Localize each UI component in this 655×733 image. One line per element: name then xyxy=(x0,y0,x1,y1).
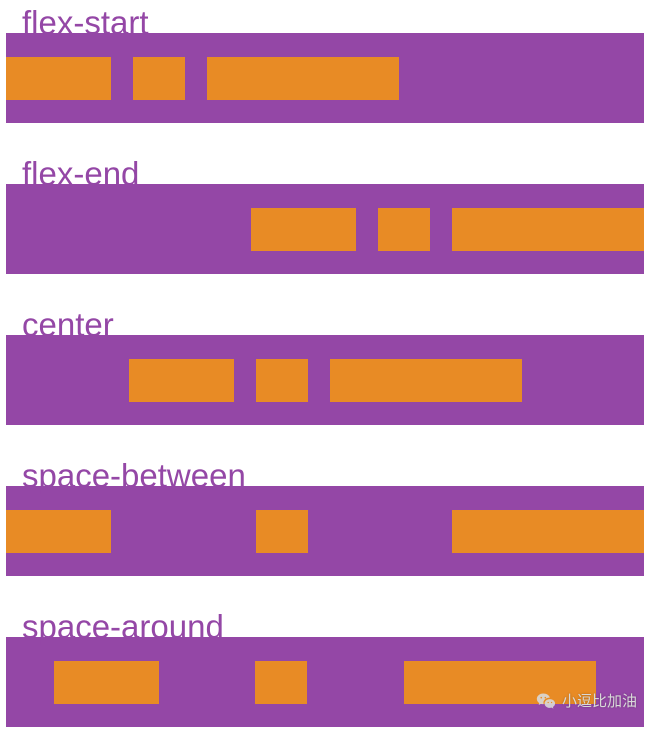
flex-item xyxy=(256,359,308,402)
flex-item xyxy=(6,57,111,100)
flex-item xyxy=(207,57,399,100)
flex-item xyxy=(452,208,644,251)
flex-container-flex-end xyxy=(6,184,644,274)
flex-item xyxy=(404,661,596,704)
section-label-center: center xyxy=(0,308,655,341)
flex-container-flex-start xyxy=(6,33,644,123)
flex-item xyxy=(129,359,234,402)
flex-container-space-around xyxy=(6,637,644,727)
flex-item xyxy=(255,661,307,704)
flex-item xyxy=(452,510,644,553)
flex-item xyxy=(378,208,430,251)
flex-container-space-between xyxy=(6,486,644,576)
section-label-flex-end: flex-end xyxy=(0,157,655,190)
section-space-between: space-between xyxy=(0,453,655,576)
flex-item xyxy=(330,359,522,402)
flex-item xyxy=(133,57,185,100)
flex-item xyxy=(251,208,356,251)
section-flex-end: flex-end xyxy=(0,151,655,274)
section-label-space-between: space-between xyxy=(0,459,655,492)
section-label-flex-start: flex-start xyxy=(0,6,655,39)
section-flex-start: flex-start xyxy=(0,0,655,123)
flex-item xyxy=(54,661,159,704)
section-center: center xyxy=(0,302,655,425)
flex-item xyxy=(6,510,111,553)
flex-container-center xyxy=(6,335,644,425)
section-space-around: space-around xyxy=(0,604,655,727)
section-label-space-around: space-around xyxy=(0,610,655,643)
flex-item xyxy=(256,510,308,553)
